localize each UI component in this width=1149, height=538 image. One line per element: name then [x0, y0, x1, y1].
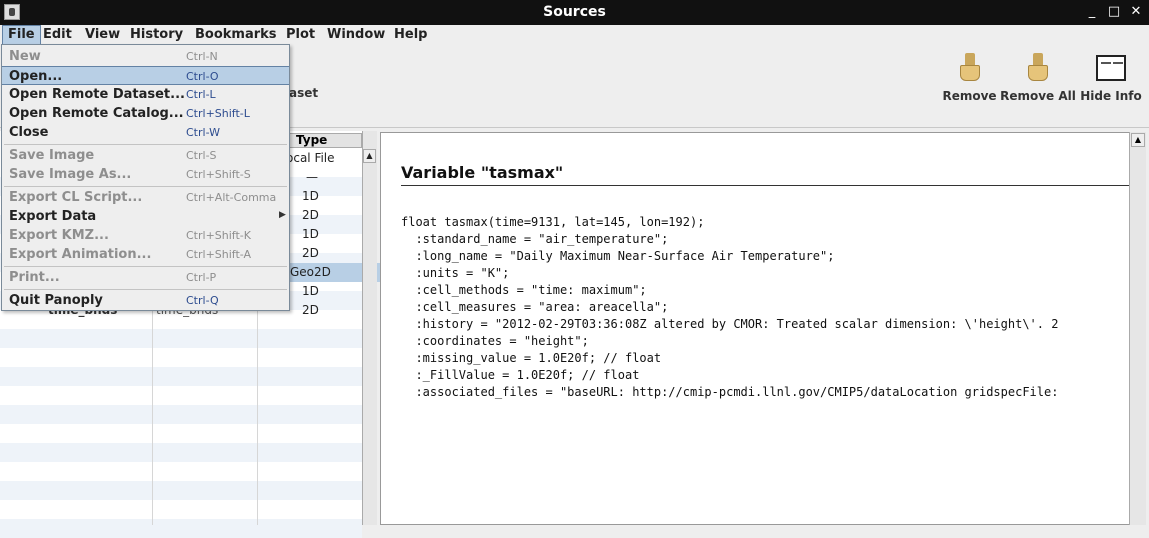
menu-separator	[4, 266, 287, 267]
menu-item-label: Print...	[9, 270, 60, 285]
menu-item-label: Export CL Script...	[9, 190, 143, 205]
menu-item-label: Close	[9, 125, 49, 140]
menu-separator	[4, 289, 287, 290]
menu-item-open[interactable]: Open... Ctrl-O	[2, 66, 289, 85]
menu-item-shortcut: Ctrl-P	[186, 271, 217, 284]
menu-item-shortcut: Ctrl-N	[186, 50, 218, 63]
hide-info-label: Hide Info	[1080, 89, 1142, 103]
menu-item-shortcut: Ctrl+Shift-K	[186, 229, 251, 242]
table-scrollbar[interactable]: ▲	[362, 131, 377, 525]
table-row[interactable]	[0, 405, 362, 424]
broom-icon	[1022, 51, 1054, 83]
menu-item-quit-panoply[interactable]: Quit Panoply Ctrl-Q	[2, 291, 289, 310]
menu-item-label: Save Image As...	[9, 167, 132, 182]
menu-history[interactable]: History	[125, 25, 188, 45]
menu-item-shortcut: Ctrl-W	[186, 126, 220, 139]
variable-metadata: float tasmax(time=9131, lat=145, lon=192…	[401, 197, 1129, 401]
info-panel-icon	[1096, 55, 1126, 81]
hide-info-button[interactable]: Hide Info	[1079, 51, 1143, 103]
menu-item-label: Save Image	[9, 148, 95, 163]
menu-separator	[4, 186, 287, 187]
remove-button[interactable]: Remove	[942, 51, 997, 103]
menu-window[interactable]: Window	[322, 25, 390, 45]
metadata-line: :standard_name = "air_temperature";	[401, 232, 669, 246]
metadata-line: :associated_files = "baseURL: http://cmi…	[401, 385, 1059, 399]
metadata-line: float tasmax(time=9131, lat=145, lon=192…	[401, 215, 705, 229]
table-row[interactable]	[0, 329, 362, 348]
close-icon[interactable]: ✕	[1128, 4, 1144, 20]
menu-item-shortcut: Ctrl+Shift-S	[186, 168, 251, 181]
metadata-line: :units = "K";	[401, 266, 510, 280]
metadata-line: :coordinates = "height";	[401, 334, 589, 348]
menu-item-export-animation[interactable]: Export Animation... Ctrl+Shift-A	[2, 245, 289, 264]
menu-item-label: Export Data	[9, 209, 97, 224]
menu-item-label: Quit Panoply	[9, 293, 103, 308]
info-scrollbar[interactable]: ▲	[1129, 132, 1146, 525]
menu-item-shortcut: Ctrl-Q	[186, 294, 219, 307]
maximize-icon[interactable]: □	[1106, 4, 1122, 20]
menu-item-label: Export Animation...	[9, 247, 152, 262]
menu-edit[interactable]: Edit	[38, 25, 77, 45]
submenu-arrow-icon: ▶	[279, 210, 286, 220]
menu-item-export-data[interactable]: Export Data ▶	[2, 207, 289, 226]
menu-item-save-image-as[interactable]: Save Image As... Ctrl+Shift-S	[2, 165, 289, 184]
menu-help[interactable]: Help	[389, 25, 432, 45]
menu-item-shortcut: Ctrl+Shift-A	[186, 248, 252, 261]
menu-view[interactable]: View	[80, 25, 125, 45]
remove-all-button[interactable]: Remove All	[1000, 51, 1076, 103]
menu-item-label: Open Remote Catalog...	[9, 106, 184, 121]
menu-separator	[4, 144, 287, 145]
menu-item-shortcut: Ctrl-O	[186, 70, 219, 83]
table-row[interactable]	[0, 367, 362, 386]
menu-item-shortcut: Ctrl+Shift-L	[186, 107, 250, 120]
metadata-line: :cell_methods = "time: maximum";	[401, 283, 647, 297]
metadata-line: :missing_value = 1.0E20f; // float	[401, 351, 662, 365]
minimize-icon[interactable]: _	[1084, 4, 1100, 20]
metadata-line: :cell_measures = "area: areacella";	[401, 300, 669, 314]
menu-item-open-remote-dataset[interactable]: Open Remote Dataset... Ctrl-L	[2, 85, 289, 104]
remove-all-label: Remove All	[1000, 89, 1076, 103]
info-panel: Variable "tasmax" float tasmax(time=9131…	[380, 132, 1130, 525]
menu-item-shortcut: Ctrl-S	[186, 149, 217, 162]
window-title: Sources	[543, 4, 606, 20]
menu-item-open-remote-catalog[interactable]: Open Remote Catalog... Ctrl+Shift-L	[2, 104, 289, 123]
broom-icon	[954, 51, 986, 83]
menu-item-label: Open Remote Dataset...	[9, 87, 185, 102]
menu-item-label: Open...	[9, 69, 63, 84]
metadata-line: :_FillValue = 1.0E20f; // float	[401, 368, 640, 382]
menu-item-new[interactable]: New Ctrl-N	[2, 47, 289, 66]
divider	[401, 185, 1129, 186]
table-row[interactable]	[0, 443, 362, 462]
menu-item-label: Export KMZ...	[9, 228, 109, 243]
menu-item-shortcut: Ctrl-L	[186, 88, 216, 101]
menu-item-print[interactable]: Print... Ctrl-P	[2, 268, 289, 287]
menu-item-export-cl-script[interactable]: Export CL Script... Ctrl+Alt-Comma	[2, 188, 289, 207]
scroll-up-icon[interactable]: ▲	[1131, 133, 1145, 147]
menu-item-save-image[interactable]: Save Image Ctrl-S	[2, 146, 289, 165]
remove-label: Remove	[942, 89, 997, 103]
title-bar: Sources _ □ ✕	[0, 0, 1149, 25]
metadata-line: :history = "2012-02-29T03:36:08Z altered…	[401, 317, 1059, 331]
table-row[interactable]	[0, 481, 362, 500]
scroll-up-icon[interactable]: ▲	[363, 149, 376, 163]
menu-plot[interactable]: Plot	[281, 25, 320, 45]
menu-bookmarks[interactable]: Bookmarks	[190, 25, 282, 45]
menu-item-shortcut: Ctrl+Alt-Comma	[186, 191, 277, 204]
menu-file[interactable]: File	[2, 25, 41, 45]
toolbar-partial-label: aset	[289, 86, 319, 100]
metadata-line: :long_name = "Daily Maximum Near-Surface…	[401, 249, 835, 263]
file-menu-dropdown: New Ctrl-N Open... Ctrl-O Open Remote Da…	[1, 44, 290, 311]
variable-title: Variable "tasmax"	[401, 163, 564, 182]
menu-item-label: New	[9, 49, 41, 64]
table-row[interactable]	[0, 519, 362, 538]
menu-item-export-kmz[interactable]: Export KMZ... Ctrl+Shift-K	[2, 226, 289, 245]
menu-bar: File Edit View History Bookmarks Plot Wi…	[0, 25, 1149, 45]
menu-item-close[interactable]: Close Ctrl-W	[2, 123, 289, 142]
